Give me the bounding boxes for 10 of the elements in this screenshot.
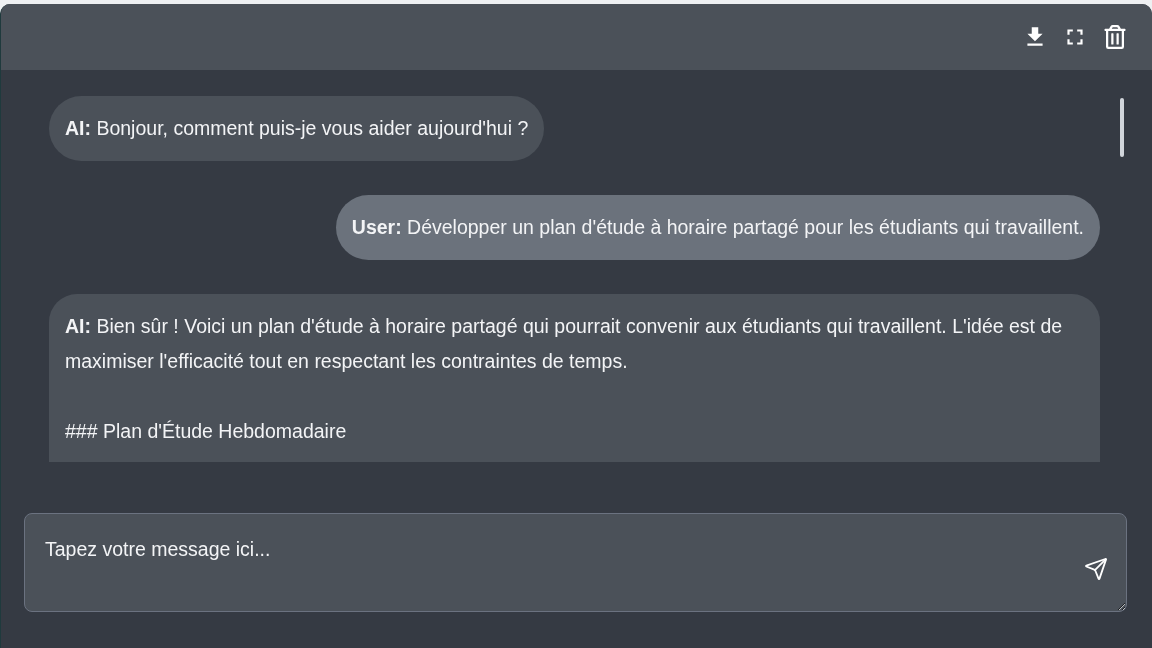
- trash-icon: [1104, 25, 1126, 49]
- message-input-field[interactable]: Tapez votre message ici...: [24, 513, 1127, 612]
- message-text: AI: Bien sûr ! Voici un plan d'étude à horaire partagé qui pourrait convenir aux étudiants qui travaillent. L'idée est de maximiser l'efficacité tout en respectant les contraintes de temps.: [65, 314, 1064, 374]
- send-button[interactable]: [1083, 556, 1109, 582]
- scrollbar-thumb[interactable]: [1120, 98, 1124, 157]
- delete-button[interactable]: [1102, 24, 1128, 50]
- message-text: User: Développer un plan d'étude à horaire partagé pour les étudiants qui travaillent.: [351, 215, 1084, 240]
- message-text: ### Plan d'Étude Hebdomadaire: [65, 419, 348, 444]
- send-icon: [1084, 557, 1108, 581]
- message-text: AI: Bonjour, comment puis-je vous aider aujourd'hui ?: [65, 116, 529, 141]
